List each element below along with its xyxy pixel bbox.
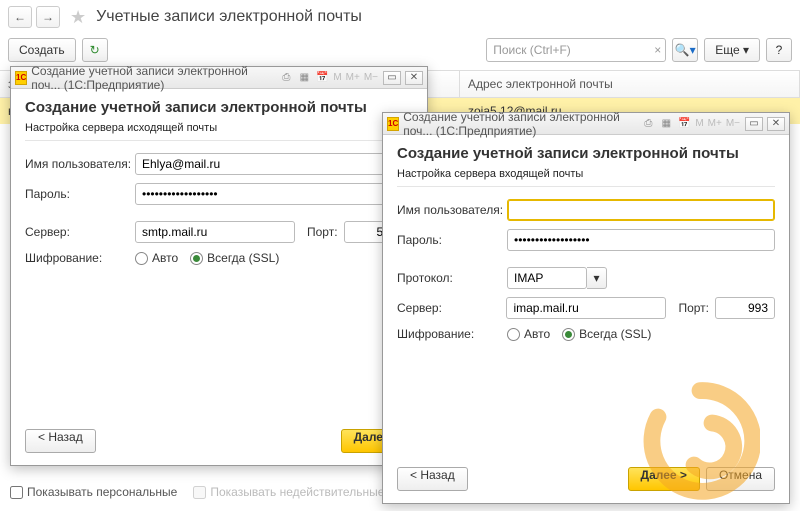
page-title: Учетные записи электронной почты	[96, 8, 362, 26]
d2-server-label: Сервер:	[397, 301, 506, 315]
app-logo-icon: 1C	[387, 117, 399, 131]
d2-server-input[interactable]	[506, 297, 666, 319]
d1-port-label: Порт:	[307, 225, 338, 239]
calendar-icon[interactable]: 📅	[314, 70, 330, 86]
d2-next-button[interactable]: Далее >	[628, 467, 700, 491]
d2-back-button[interactable]: < Назад	[397, 467, 468, 491]
grid-col-email[interactable]: Адрес электронной почты	[460, 71, 800, 97]
help-button[interactable]: ?	[766, 38, 792, 62]
print-icon[interactable]: ⎙	[278, 70, 294, 86]
dialog2-titlebar[interactable]: 1C Создание учетной записи электронной п…	[383, 113, 789, 135]
dialog1-titlebar[interactable]: 1C Создание учетной записи электронной п…	[11, 67, 427, 89]
d1-back-button[interactable]: < Назад	[25, 429, 96, 453]
d2-proto-label: Протокол:	[397, 271, 507, 285]
m-minus-icon[interactable]: M−	[363, 72, 379, 83]
d2-enc-ssl-radio[interactable]: Всегда (SSL)	[562, 327, 651, 341]
grid-icon[interactable]: ▦	[296, 70, 312, 86]
grid-icon[interactable]: ▦	[658, 116, 674, 132]
dialog2-subtitle: Настройка сервера входящей почты	[397, 168, 775, 187]
m-minus-icon[interactable]: M−	[725, 118, 741, 129]
calendar-icon[interactable]: 📅	[676, 116, 692, 132]
search-placeholder: Поиск (Ctrl+F)	[493, 43, 571, 57]
m-plus-icon[interactable]: M+	[707, 118, 723, 129]
dialog1-subtitle: Настройка сервера исходящей почты	[25, 122, 413, 141]
d2-pass-label: Пароль:	[397, 233, 507, 247]
app-logo-icon: 1C	[15, 71, 27, 85]
d1-pass-label: Пароль:	[25, 187, 135, 201]
d1-user-input[interactable]	[135, 153, 413, 175]
nav-forward-button[interactable]: →	[36, 6, 60, 28]
d2-enc-label: Шифрование:	[397, 327, 507, 341]
nav-back-button[interactable]: ←	[8, 6, 32, 28]
dialog1-window-title: Создание учетной записи электронной поч.…	[31, 64, 274, 92]
d2-pass-input[interactable]	[507, 229, 775, 251]
m-plus-icon[interactable]: M+	[345, 72, 361, 83]
d1-server-input[interactable]	[135, 221, 295, 243]
d2-port-label: Порт:	[678, 301, 709, 315]
d1-server-label: Сервер:	[25, 225, 135, 239]
d1-enc-ssl-radio[interactable]: Всегда (SSL)	[190, 251, 279, 265]
close-button[interactable]: ✕	[405, 71, 423, 85]
d2-enc-auto-radio[interactable]: Авто	[507, 327, 550, 341]
close-button[interactable]: ✕	[767, 117, 785, 131]
minimize-button[interactable]: ▭	[745, 117, 763, 131]
d1-pass-input[interactable]	[135, 183, 413, 205]
footer-checkboxes: Показывать персональные Показывать недей…	[10, 485, 384, 499]
d1-enc-label: Шифрование:	[25, 251, 135, 265]
refresh-button[interactable]: ↻	[82, 38, 108, 62]
dialog2-window-title: Создание учетной записи электронной поч.…	[403, 110, 636, 138]
search-button[interactable]: 🔍▾	[672, 38, 698, 62]
favorite-star-icon[interactable]: ★	[70, 7, 86, 28]
d1-user-label: Имя пользователя:	[25, 157, 135, 171]
print-icon[interactable]: ⎙	[640, 116, 656, 132]
d2-user-label: Имя пользователя:	[397, 203, 507, 217]
clear-search-icon[interactable]: ×	[654, 43, 661, 57]
topbar: ← → ★ Учетные записи электронной почты	[0, 0, 800, 34]
search-input[interactable]: Поиск (Ctrl+F) ×	[486, 38, 666, 62]
m-icon[interactable]: M	[694, 118, 704, 129]
dialog1-title: Создание учетной записи электронной почт…	[25, 99, 413, 116]
m-icon[interactable]: M	[332, 72, 342, 83]
minimize-button[interactable]: ▭	[383, 71, 401, 85]
more-button[interactable]: Еще ▾	[704, 38, 760, 62]
d2-port-input[interactable]	[715, 297, 775, 319]
show-personal-checkbox[interactable]: Показывать персональные	[10, 485, 177, 499]
show-invalid-checkbox: Показывать недействительные	[193, 485, 384, 499]
create-button[interactable]: Создать	[8, 38, 76, 62]
dialog-incoming: 1C Создание учетной записи электронной п…	[382, 112, 790, 504]
dialog-outgoing: 1C Создание учетной записи электронной п…	[10, 66, 428, 466]
d2-proto-dropdown[interactable]: ▾	[587, 267, 607, 289]
d2-cancel-button[interactable]: Отмена	[706, 467, 775, 491]
d1-enc-auto-radio[interactable]: Авто	[135, 251, 178, 265]
d2-proto-input[interactable]	[507, 267, 587, 289]
d2-user-input[interactable]	[507, 199, 775, 221]
dialog2-title: Создание учетной записи электронной почт…	[397, 145, 775, 162]
